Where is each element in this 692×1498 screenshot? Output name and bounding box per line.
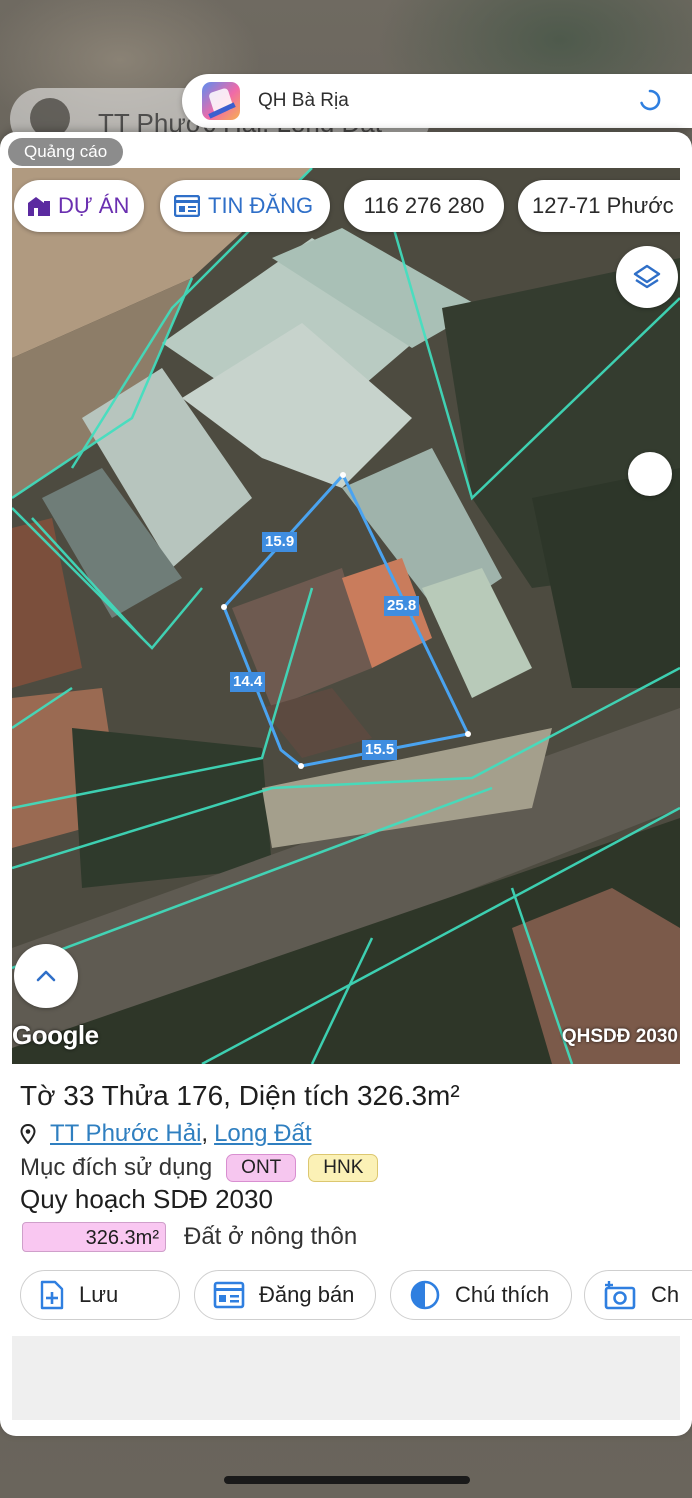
chip-parcel-code[interactable]: 116 276 280 xyxy=(344,180,504,232)
district-link[interactable]: Long Đất xyxy=(214,1120,311,1148)
edge-length-left: 14.4 xyxy=(230,672,266,692)
ad-badge: Quảng cáo xyxy=(8,138,124,166)
building-icon xyxy=(28,197,50,216)
tag-ont: ONT xyxy=(226,1154,297,1182)
ward-link[interactable]: TT Phước Hải xyxy=(50,1120,201,1148)
land-use-purpose: Mục đích sử dụng ONT HNK xyxy=(20,1154,379,1182)
layers-icon xyxy=(633,264,661,289)
collapse-up-button[interactable] xyxy=(14,944,78,1008)
chip-du-an[interactable]: DỰ ÁN xyxy=(14,180,144,232)
camera-button[interactable]: Ch xyxy=(584,1270,692,1320)
plan-title: Quy hoạch SDĐ 2030 xyxy=(20,1184,273,1214)
save-button-label: Lưu xyxy=(79,1282,119,1307)
satellite-imagery xyxy=(12,168,680,1064)
location-pin-icon xyxy=(20,1124,36,1144)
app-logo-icon xyxy=(202,82,240,120)
listing-icon xyxy=(213,1281,245,1309)
app-title: QH Bà Rịa xyxy=(258,90,349,111)
parcel-address: TT Phước Hải , Long Đất xyxy=(20,1120,311,1148)
chip-address-label: 127-71 Phước xyxy=(532,193,674,218)
layers-button[interactable] xyxy=(616,246,678,308)
chip-tin-dang-label: TIN ĐĂNG xyxy=(208,193,314,218)
post-for-sale-button[interactable]: Đăng bán xyxy=(194,1270,376,1320)
home-indicator[interactable] xyxy=(224,1476,470,1484)
contrast-icon xyxy=(410,1280,440,1310)
map-layer-name: QHSDĐ 2030 xyxy=(561,1026,678,1047)
map-view[interactable]: 15.9 25.8 14.4 15.5 DỰ ÁN TIN ĐĂNG 116 2… xyxy=(12,168,680,1064)
legend-button[interactable]: Chú thích xyxy=(390,1270,572,1320)
google-attribution: Google xyxy=(12,1020,99,1050)
edge-length-bottom: 15.5 xyxy=(362,740,398,760)
save-button[interactable]: Lưu xyxy=(20,1270,180,1320)
add-photo-icon xyxy=(604,1281,636,1310)
chevron-up-icon xyxy=(36,970,56,982)
plan-area-value: 326.3m² xyxy=(22,1222,166,1252)
legend-button-label: Chú thích xyxy=(455,1282,550,1307)
ad-placeholder xyxy=(12,1336,680,1420)
post-for-sale-label: Đăng bán xyxy=(259,1282,355,1307)
edge-length-top: 15.9 xyxy=(262,532,298,552)
tag-hnk: HNK xyxy=(308,1154,379,1182)
chip-parcel-code-label: 116 276 280 xyxy=(363,193,485,218)
app-title-bar[interactable]: QH Bà Rịa xyxy=(182,74,692,128)
address-separator: , xyxy=(201,1120,209,1147)
purpose-label: Mục đích sử dụng xyxy=(20,1154,213,1181)
add-file-icon xyxy=(40,1280,64,1310)
parcel-info: Tờ 33 Thửa 176, Diện tích 326.3m² TT Phư… xyxy=(20,1080,680,1252)
edge-length-right: 25.8 xyxy=(384,596,420,616)
chip-tin-dang[interactable]: TIN ĐĂNG xyxy=(160,180,330,232)
plan-area-description: Đất ở nông thôn xyxy=(184,1223,358,1250)
chip-du-an-label: DỰ ÁN xyxy=(58,193,130,218)
action-buttons: Lưu Đăng bán Chú thích Ch xyxy=(20,1270,692,1324)
plan-area-row: 326.3m² Đất ở nông thôn xyxy=(22,1222,357,1252)
loading-spinner-icon xyxy=(640,89,661,111)
parcel-title: Tờ 33 Thửa 176, Diện tích 326.3m² xyxy=(20,1080,460,1111)
chip-address[interactable]: 127-71 Phước xyxy=(518,180,680,232)
map-control-button[interactable] xyxy=(628,452,672,496)
camera-button-label: Ch xyxy=(651,1282,680,1307)
listing-icon xyxy=(174,195,200,217)
